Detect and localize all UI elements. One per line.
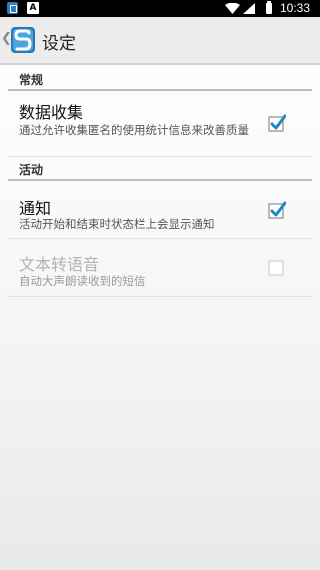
tts-checkbox[interactable] [268, 258, 286, 276]
clock: 10:33 [280, 1, 311, 15]
action-bar: ❮ 设定 [0, 17, 320, 65]
status-bar: A 10:33 [0, 0, 320, 17]
category-general-label: 常规 [19, 73, 44, 87]
pref-text-to-speech[interactable]: 文本转语音 自动大声朗读收到的短信 [8, 239, 312, 297]
pref-data-collection-summary: 通过允许收集匿名的使用统计信息来改善质量 [19, 123, 249, 137]
notification-checkbox[interactable] [268, 201, 286, 219]
category-activity: 活动 [8, 157, 312, 181]
signal-icon [243, 3, 255, 14]
pref-tts-title: 文本转语音 [19, 255, 100, 274]
pref-notification-title: 通知 [19, 199, 52, 218]
pref-notification[interactable]: 通知 活动开始和结束时状态栏上会显示通知 [8, 181, 312, 239]
pref-data-collection-title: 数据收集 [19, 103, 84, 122]
text-notification-icon: A [27, 2, 39, 14]
app-notification-icon [7, 2, 18, 14]
category-activity-label: 活动 [19, 163, 44, 177]
page-title: 设定 [42, 34, 76, 54]
app-logo-icon[interactable] [10, 26, 36, 54]
pref-tts-summary: 自动大声朗读收到的短信 [19, 274, 146, 288]
category-general: 常规 [8, 67, 312, 91]
wifi-icon [225, 3, 240, 14]
preferences-list: 常规 数据收集 通过允许收集匿名的使用统计信息来改善质量 活动 通知 活动开始和… [0, 67, 320, 297]
pref-data-collection[interactable]: 数据收集 通过允许收集匿名的使用统计信息来改善质量 [8, 91, 312, 157]
battery-icon [266, 1, 272, 14]
pref-notification-summary: 活动开始和结束时状态栏上会显示通知 [19, 217, 215, 231]
data-collection-checkbox[interactable] [268, 114, 286, 132]
